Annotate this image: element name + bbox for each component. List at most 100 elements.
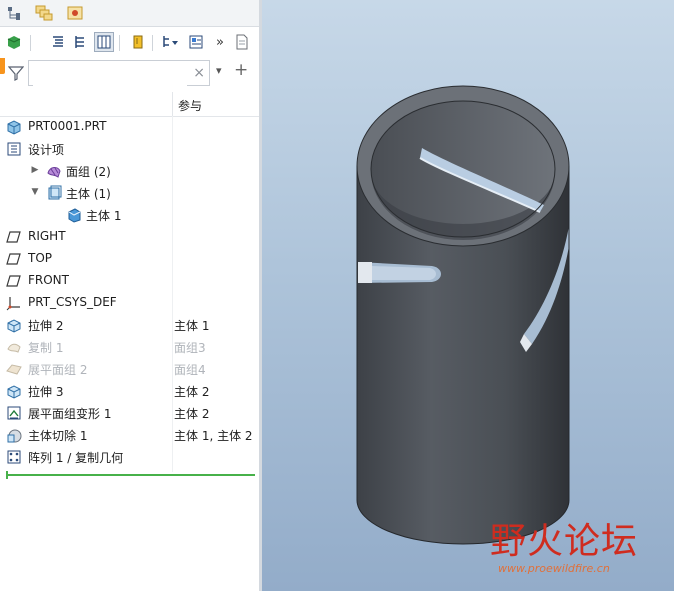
cylinder-model xyxy=(356,85,570,545)
tree-row[interactable]: ▶拉伸 3主体 2 xyxy=(0,380,259,402)
tree-item-label: 阵列 1 / 复制几何 xyxy=(28,451,124,465)
tree-expander[interactable]: ▼ xyxy=(30,187,40,197)
tree-expander[interactable]: ▶ xyxy=(30,165,40,175)
search-input[interactable] xyxy=(33,62,187,86)
tree-row[interactable]: ▶阵列 1 / 复制几何 xyxy=(0,446,259,468)
tree-item-ref: 主体 2 xyxy=(174,407,210,421)
tree-item-ref: 面组4 xyxy=(174,363,206,377)
column-divider[interactable] xyxy=(172,92,173,116)
show-table-icon xyxy=(189,35,203,49)
tree-item-label: 展平面组 2 xyxy=(28,363,88,377)
tree-row[interactable]: TOP xyxy=(0,248,259,270)
extrude-icon xyxy=(7,385,21,399)
part-icon xyxy=(7,120,21,135)
watermark-title: 野火论坛 xyxy=(490,521,639,562)
tree-item-label: 主体切除 1 xyxy=(28,429,88,443)
search-box[interactable]: × xyxy=(28,60,210,86)
layers-tab[interactable] xyxy=(34,4,54,22)
tree-row[interactable]: ▶拉伸 2主体 1 xyxy=(0,314,259,336)
tree-row[interactable]: 复制 1 面组3 xyxy=(0,336,259,358)
tree-columns-button[interactable] xyxy=(94,32,114,52)
layers-icon xyxy=(35,5,53,21)
display-style-button[interactable] xyxy=(4,32,24,52)
body-icon xyxy=(68,208,81,223)
tree-row[interactable]: ▶ 面组 (2) xyxy=(0,160,259,182)
toolbar-overflow-button[interactable]: » xyxy=(210,32,230,52)
tree-row[interactable]: 展平面组变形 1 主体 2 xyxy=(0,402,259,424)
tree-item-ref: 面组3 xyxy=(174,341,206,355)
model-tree-panel: » × ▾ + 参与 PRT0001.PRT ▼设计项 ▶ 面组 (2) ▼ 主体 (1)… xyxy=(0,0,259,591)
bookmark-icon xyxy=(133,35,143,49)
tree-toolbar: » xyxy=(0,27,259,58)
show-button[interactable] xyxy=(186,32,206,52)
tree-row[interactable]: PRT0001.PRT xyxy=(0,116,259,138)
toolbar-separator xyxy=(152,35,153,51)
body-cut-icon xyxy=(7,429,22,443)
tree-header: 参与 xyxy=(0,92,259,117)
tree-item-label: 主体 (1) xyxy=(66,187,111,201)
flatten-quilt-icon xyxy=(6,364,22,375)
toolbar-separator xyxy=(30,35,31,51)
tree-filter-icon xyxy=(163,36,178,47)
watermark: 野火论坛 www.proewildfire.cn xyxy=(490,512,674,582)
copy-icon xyxy=(7,343,21,353)
filter-icon[interactable] xyxy=(8,65,24,81)
search-row: × ▾ + xyxy=(0,58,259,88)
design-items-icon xyxy=(7,142,21,156)
filter-tree-button[interactable] xyxy=(161,32,181,52)
tree-row[interactable]: RIGHT xyxy=(0,226,259,248)
columns-icon xyxy=(97,35,111,49)
tree-row[interactable]: FRONT xyxy=(0,270,259,292)
tree-item-label: 设计项 xyxy=(28,143,65,157)
flatten-deform-icon xyxy=(7,406,21,420)
tree-row[interactable]: ▼ 主体 (1) xyxy=(0,182,259,204)
tree-item-label: TOP xyxy=(28,251,53,265)
tree-row[interactable]: PRT_CSYS_DEF xyxy=(0,292,259,314)
ref-column-header[interactable]: 参与 xyxy=(178,97,202,114)
csys-icon xyxy=(6,297,20,311)
add-filter-button[interactable]: + xyxy=(234,60,248,80)
collapse-all-button[interactable] xyxy=(70,32,90,52)
quilt-icon xyxy=(47,167,61,178)
datum-plane-icon xyxy=(6,231,21,243)
pattern-icon xyxy=(7,450,21,464)
extrude-icon xyxy=(7,319,21,333)
tree-item-label: FRONT xyxy=(28,273,69,287)
tree-row[interactable]: 主体 1 xyxy=(0,204,259,226)
watermark-url: www.proewildfire.cn xyxy=(498,562,610,575)
datum-plane-icon xyxy=(6,275,21,287)
tree-item-label: RIGHT xyxy=(28,229,66,243)
tree-item-ref: 主体 2 xyxy=(174,385,210,399)
document-icon xyxy=(236,34,248,50)
tree-item-ref: 主体 1 xyxy=(174,319,210,333)
tree-item-label: PRT_CSYS_DEF xyxy=(28,295,117,309)
tree-item-label: 拉伸 3 xyxy=(28,385,64,399)
tree-item-ref: 主体 1, 主体 2 xyxy=(174,429,253,443)
model-tree-tab[interactable] xyxy=(6,4,26,22)
clear-search-button[interactable]: × xyxy=(193,65,205,81)
tree-row[interactable]: 展平面组 2 面组4 xyxy=(0,358,259,380)
toolbar-separator xyxy=(119,35,120,51)
tree-item-label: 展平面组变形 1 xyxy=(28,407,112,421)
tree-item-label: 主体 1 xyxy=(86,209,122,223)
tree-item-label: 面组 (2) xyxy=(66,165,111,179)
insert-here-marker[interactable] xyxy=(6,471,255,479)
graphics-window[interactable]: 野火论坛 www.proewildfire.cn xyxy=(262,0,674,591)
favorites-tab[interactable] xyxy=(66,4,86,22)
search-dropdown-button[interactable]: ▾ xyxy=(216,64,222,77)
overflow-label: » xyxy=(216,34,224,50)
tree-row[interactable]: ▼设计项 xyxy=(0,138,259,160)
settings-button[interactable] xyxy=(128,32,148,52)
expand-all-button[interactable] xyxy=(48,32,68,52)
favorites-icon xyxy=(67,6,83,20)
tree-collapse-icon xyxy=(75,36,84,48)
properties-button[interactable] xyxy=(232,32,252,52)
body-group-icon xyxy=(48,185,62,200)
tree-item-label: 复制 1 xyxy=(28,341,64,355)
tree-list-icon xyxy=(53,36,63,47)
tree-item-label: PRT0001.PRT xyxy=(28,119,107,133)
tree-row[interactable]: 主体切除 1 主体 1, 主体 2 xyxy=(0,424,259,446)
datum-plane-icon xyxy=(6,253,21,265)
model-tree-icon xyxy=(8,7,20,20)
navigator-tabs xyxy=(0,0,259,27)
